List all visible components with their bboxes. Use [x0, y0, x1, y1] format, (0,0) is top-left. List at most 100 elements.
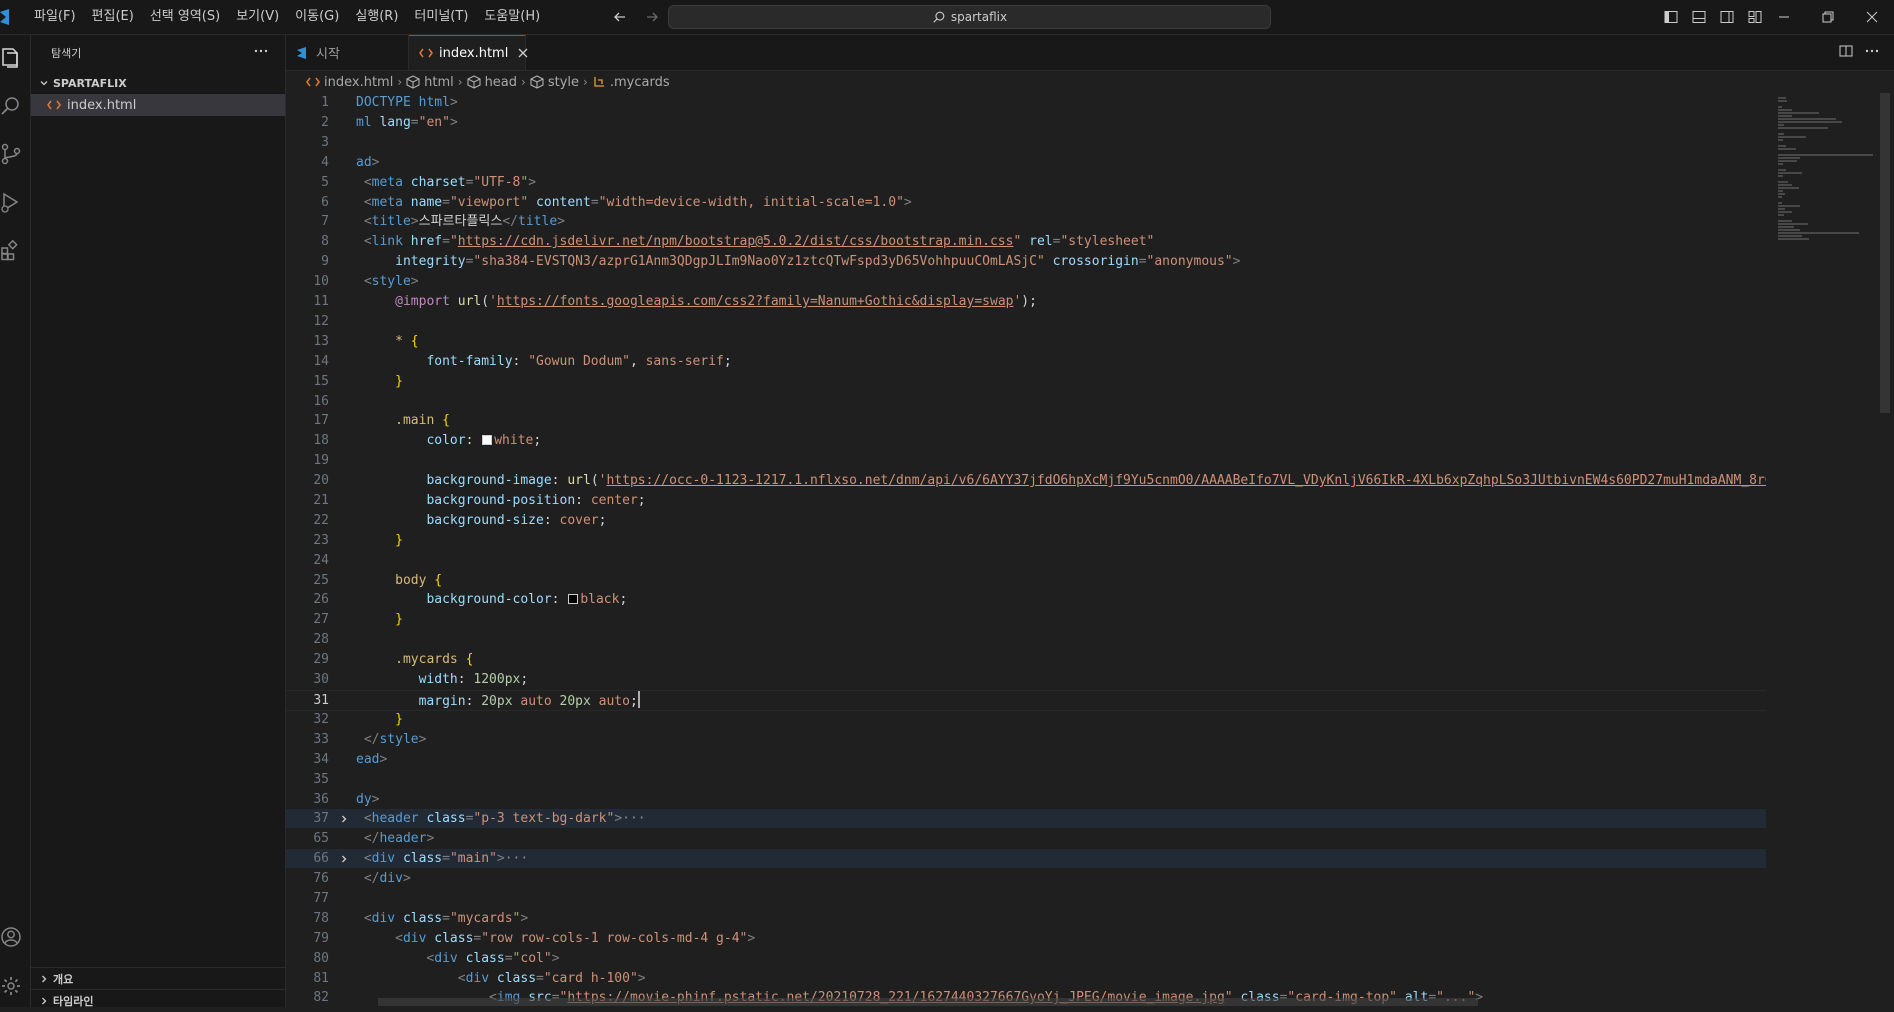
code-line[interactable]: 30 width: 1200px; — [286, 670, 1766, 689]
code-line[interactable]: 17 .main { — [286, 411, 1766, 430]
code-line[interactable]: 19 — [286, 451, 1766, 470]
code-line[interactable]: 12 — [286, 312, 1766, 331]
code-line[interactable]: 6 <meta name="viewport" content="width=d… — [286, 193, 1766, 212]
menu-file[interactable]: 파일(F) — [26, 0, 84, 34]
code-line[interactable]: 36 <body> — [286, 790, 1766, 809]
code-line[interactable]: 15 } — [286, 372, 1766, 391]
title-bar: 파일(F) 편집(E) 선택 영역(S) 보기(V) 이동(G) 실행(R) 터… — [0, 0, 1894, 35]
fold-chevron-right-icon[interactable] — [337, 849, 351, 868]
color-swatch[interactable] — [482, 435, 493, 445]
code-line[interactable]: 23 } — [286, 531, 1766, 550]
code-line[interactable]: 81 <div class="card h-100"> — [286, 969, 1766, 988]
code-line[interactable]: 9 integrity="sha384-EVSTQN3/azprG1Anm3QD… — [286, 252, 1766, 271]
code-line[interactable]: 26 background-color: black; — [286, 590, 1766, 609]
code-line[interactable]: 24 — [286, 551, 1766, 570]
file-index-html[interactable]: index.html — [31, 94, 285, 116]
close-window-icon[interactable] — [1850, 0, 1894, 34]
code-line[interactable]: 25 body { — [286, 571, 1766, 590]
code-line[interactable]: 5 <meta charset="UTF-8"> — [286, 173, 1766, 192]
menu-selection[interactable]: 선택 영역(S) — [142, 0, 228, 34]
breadcrumb-html[interactable]: html — [406, 75, 454, 90]
breadcrumb-head[interactable]: head — [467, 75, 517, 90]
code-line[interactable]: 37 <header class="p-3 text-bg-dark">··· — [286, 809, 1766, 828]
code-line[interactable]: 20 background-image: url('https://occ-0-… — [286, 471, 1766, 490]
element-icon — [406, 75, 420, 89]
fold-chevron-right-icon[interactable] — [337, 809, 351, 828]
toggle-panel-icon[interactable] — [1690, 8, 1708, 26]
extensions-icon[interactable] — [0, 239, 22, 261]
outline-section[interactable]: 개요 — [31, 967, 285, 990]
code-line[interactable]: 34 </head> — [286, 750, 1766, 769]
code-editor[interactable]: 1<!DOCTYPE html>2<html lang="en">34<head… — [286, 93, 1766, 1007]
forward-arrow-icon[interactable] — [640, 6, 664, 28]
close-icon[interactable] — [518, 45, 528, 61]
code-line[interactable]: 18 color: white; — [286, 431, 1766, 450]
more-actions-icon[interactable] — [1864, 43, 1880, 63]
line-number: 18 — [313, 433, 329, 448]
split-editor-icon[interactable] — [1838, 43, 1854, 63]
code-line[interactable]: 10 <style> — [286, 272, 1766, 291]
explorer-icon[interactable] — [0, 47, 22, 69]
minimize-icon[interactable] — [1762, 0, 1806, 34]
menu-view[interactable]: 보기(V) — [228, 0, 287, 34]
code-line[interactable]: 27 } — [286, 610, 1766, 629]
back-arrow-icon[interactable] — [608, 6, 632, 28]
manage-gear-icon[interactable] — [0, 975, 22, 997]
code-line[interactable]: 14 font-family: "Gowun Dodum", sans-seri… — [286, 352, 1766, 371]
code-line[interactable]: 2 <html lang="en"> — [286, 113, 1766, 132]
breadcrumb-style[interactable]: style — [530, 75, 579, 90]
run-debug-icon[interactable] — [0, 191, 22, 213]
code-line[interactable]: 8 <link href="https://cdn.jsdelivr.net/n… — [286, 232, 1766, 251]
code-line[interactable]: 32 } — [286, 710, 1766, 729]
code-line[interactable]: 65 </header> — [286, 829, 1766, 848]
command-center-search[interactable]: spartaflix — [668, 5, 1271, 29]
code-line[interactable]: 80 <div class="col"> — [286, 949, 1766, 968]
minimap[interactable] — [1766, 93, 1876, 1007]
code-line[interactable]: 29 .mycards { — [286, 650, 1766, 669]
timeline-section[interactable]: 타임라인 — [31, 989, 285, 1012]
menu-edit[interactable]: 편집(E) — [84, 0, 142, 34]
code-line[interactable]: 79 <div class="row row-cols-1 row-cols-m… — [286, 929, 1766, 948]
account-icon[interactable] — [0, 926, 22, 948]
code-line[interactable]: 1 <!DOCTYPE html> — [286, 93, 1766, 112]
code-line[interactable]: 13 * { — [286, 332, 1766, 351]
code-line[interactable]: 7 <title>스파르타플릭스</title> — [286, 212, 1766, 231]
scrollbar-thumb[interactable] — [1880, 93, 1890, 413]
code-line[interactable]: 22 background-size: cover; — [286, 511, 1766, 530]
folder-spartaflix[interactable]: SPARTAFLIX — [31, 72, 285, 94]
breadcrumb-file[interactable]: index.html — [306, 75, 393, 90]
tab-welcome[interactable]: 시작 — [286, 35, 409, 70]
code-line[interactable]: 31 margin: 20px auto 20px auto; — [286, 690, 1766, 711]
code-line[interactable]: 4 <head> — [286, 153, 1766, 172]
toggle-secondary-sidebar-icon[interactable] — [1718, 8, 1736, 26]
search-icon[interactable] — [0, 95, 22, 117]
code-line[interactable]: 77 — [286, 889, 1766, 908]
restore-icon[interactable] — [1806, 0, 1850, 34]
more-actions-icon[interactable] — [253, 43, 273, 59]
code-line[interactable]: 3 — [286, 133, 1766, 152]
vertical-scrollbar[interactable] — [1878, 93, 1892, 1007]
line-number: 34 — [313, 752, 329, 767]
menu-run[interactable]: 실행(R) — [347, 0, 406, 34]
menu-go[interactable]: 이동(G) — [287, 0, 347, 34]
breadcrumb-selector[interactable]: .mycards — [592, 75, 670, 90]
horizontal-scrollbar[interactable] — [378, 998, 1478, 1006]
code-line[interactable]: 33 </style> — [286, 730, 1766, 749]
line-number: 23 — [313, 533, 329, 548]
code-line[interactable]: 35 — [286, 770, 1766, 789]
menu-terminal[interactable]: 터미널(T) — [406, 0, 476, 34]
code-line[interactable]: 28 — [286, 630, 1766, 649]
code-content: <body> — [356, 792, 380, 807]
code-line[interactable]: 76 </div> — [286, 869, 1766, 888]
tab-index-html[interactable]: index.html — [409, 35, 528, 70]
code-line[interactable]: 78 <div class="mycards"> — [286, 909, 1766, 928]
toggle-primary-sidebar-icon[interactable] — [1662, 8, 1680, 26]
code-line[interactable]: 16 — [286, 392, 1766, 411]
source-control-icon[interactable] — [0, 143, 22, 165]
code-line[interactable]: 66 <div class="main">··· — [286, 849, 1766, 868]
line-number: 30 — [313, 672, 329, 687]
color-swatch[interactable] — [568, 594, 579, 604]
code-line[interactable]: 11 @import url('https://fonts.googleapis… — [286, 292, 1766, 311]
code-line[interactable]: 21 background-position: center; — [286, 491, 1766, 510]
menu-help[interactable]: 도움말(H) — [476, 0, 548, 34]
